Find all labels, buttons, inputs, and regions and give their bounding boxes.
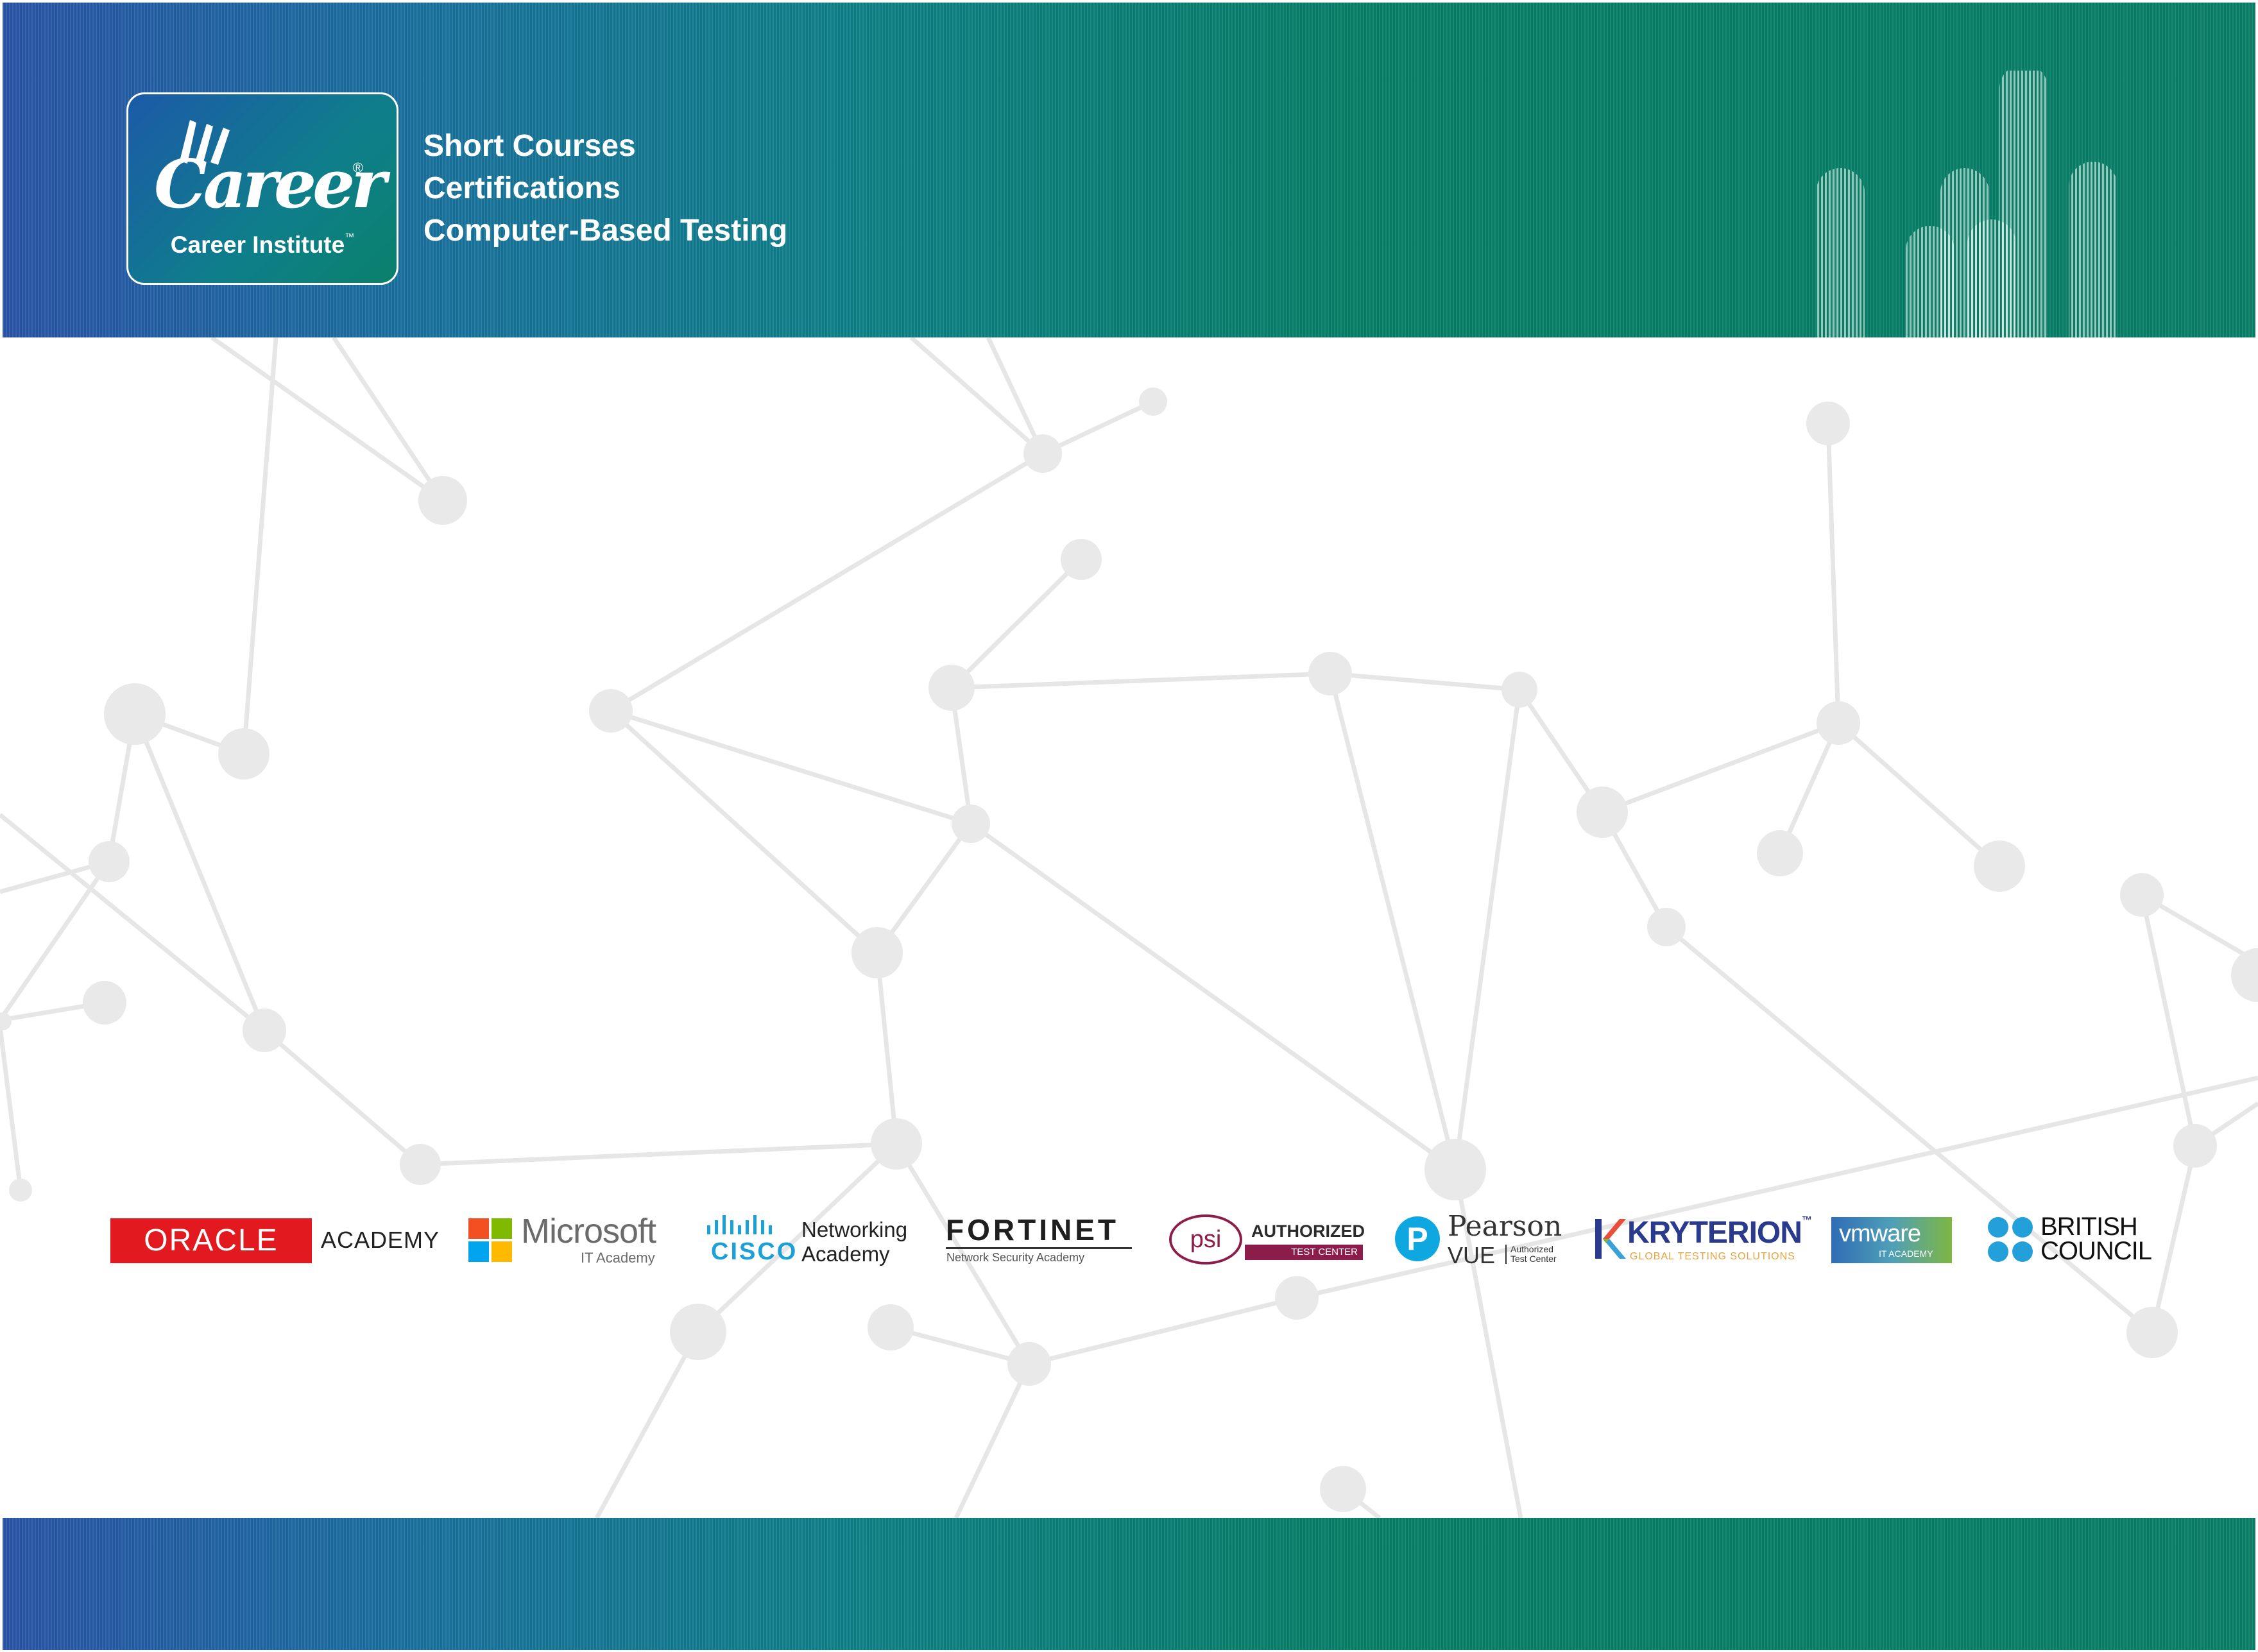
tagline-cbt: Computer-Based Testing xyxy=(423,214,788,248)
cisco-academy-label: Academy xyxy=(801,1242,890,1266)
logo-subtitle: Career Institute™ xyxy=(170,232,355,258)
psi-test-center-label: TEST CENTER xyxy=(1245,1245,1363,1260)
fortinet-academy-label: Network Security Academy xyxy=(946,1251,1085,1264)
trademark-mark: ™ xyxy=(345,232,355,243)
kryterion-logo-text: KRYTERION™ xyxy=(1627,1215,1812,1250)
psi-logo: psi xyxy=(1169,1214,1242,1265)
network-background xyxy=(0,337,2258,1518)
tagline: Short Courses Certifications Computer-Ba… xyxy=(423,125,787,252)
kryterion-k-icon xyxy=(1595,1219,1626,1259)
british-council-dots-icon xyxy=(1988,1217,2033,1262)
fortinet-logo-text: FORTINET xyxy=(946,1213,1119,1247)
vmware-logo-text: vmware xyxy=(1839,1220,1921,1247)
registered-mark: ® xyxy=(352,160,363,176)
tagline-short-courses: Short Courses xyxy=(423,129,636,163)
footer-band xyxy=(3,1518,2255,1650)
tagline-certifications: Certifications xyxy=(423,171,620,205)
vmware-it-academy-label: IT ACADEMY xyxy=(1879,1248,1933,1259)
cisco-networking-label: Networking xyxy=(801,1218,908,1241)
pearson-p-icon: P xyxy=(1395,1216,1440,1261)
bar-graphic-decoration xyxy=(1816,71,2117,337)
cisco-bars-icon xyxy=(707,1215,772,1234)
british-council-line2: COUNCIL xyxy=(2040,1237,2152,1265)
fortinet-divider xyxy=(946,1247,1132,1249)
pearson-authorized-note: Authorized Test Center xyxy=(1505,1245,1557,1264)
pearson-logo-text: Pearson xyxy=(1448,1210,1562,1243)
career-institute-logo[interactable]: Career ® Career Institute™ xyxy=(126,92,398,285)
kryterion-tagline: GLOBAL TESTING SOLUTIONS xyxy=(1630,1251,1795,1262)
microsoft-windows-icon xyxy=(468,1218,512,1262)
oracle-logo: ORACLE xyxy=(110,1218,312,1263)
logo-wordmark: Career xyxy=(154,144,386,223)
psi-authorized-label: AUTHORIZED xyxy=(1251,1222,1365,1241)
british-council-line1: BRITISH xyxy=(2040,1213,2138,1241)
pearson-vue-label: VUE xyxy=(1448,1242,1496,1268)
oracle-academy-label: ACADEMY xyxy=(321,1227,440,1253)
microsoft-it-academy-label: IT Academy xyxy=(581,1250,655,1266)
cisco-logo-text: CISCO xyxy=(711,1238,798,1265)
microsoft-logo-text: Microsoft xyxy=(521,1212,656,1250)
